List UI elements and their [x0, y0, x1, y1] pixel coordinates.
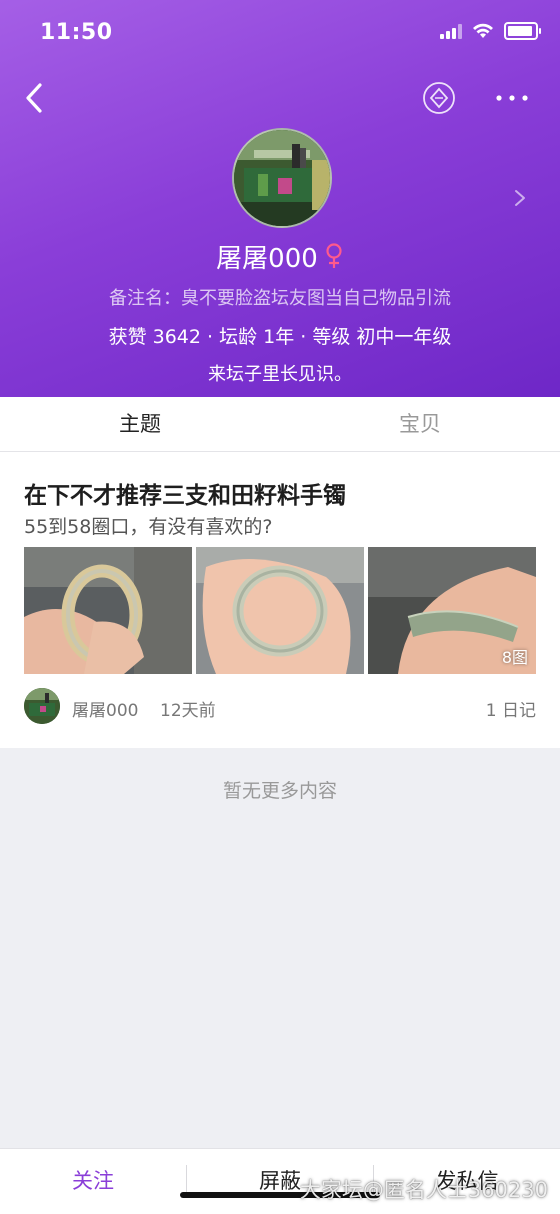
more-dots-icon[interactable]: [492, 86, 532, 110]
post-image[interactable]: [196, 547, 364, 674]
post-title[interactable]: 在下不才推荐三支和田籽料手镯: [24, 476, 346, 510]
chevron-right-icon[interactable]: [510, 186, 530, 210]
tab-topics[interactable]: 主题: [0, 397, 280, 451]
nav-bar: [0, 76, 560, 120]
post-card[interactable]: 在下不才推荐三支和田籽料手镯 55到58圈口，有没有喜欢的? 8图 屠屠000 …: [0, 452, 560, 748]
post-meta: 屠屠000 12天前 1 日记: [24, 688, 536, 724]
author-avatar[interactable]: [24, 688, 60, 724]
profile-remark: 备注名：臭不要脸盗坛友图当自己物品引流: [109, 288, 451, 309]
watermark: 大家坛@匿名人士360230: [299, 1178, 548, 1202]
profile-tabs: 主题 宝贝: [0, 397, 560, 452]
signal-icon: [440, 23, 462, 39]
diary-count: 1 日记: [485, 701, 536, 721]
image-count-badge: 8图: [501, 648, 528, 667]
battery-icon: [504, 22, 541, 40]
post-subtitle: 55到58圈口，有没有喜欢的?: [24, 516, 273, 538]
back-icon[interactable]: [20, 76, 50, 120]
status-icons: [440, 22, 541, 40]
profile-stats: 获赞 3642 · 坛龄 1年 · 等级 初中一年级: [108, 326, 452, 348]
female-icon: [326, 243, 342, 268]
wifi-icon: [473, 23, 493, 38]
profile-bio: 来坛子里长见识。: [208, 364, 352, 385]
diamond-coin-icon[interactable]: [422, 81, 456, 115]
profile-name-row: 屠屠000: [0, 238, 560, 275]
profile-avatar[interactable]: [232, 128, 332, 228]
post-images: 8图: [24, 547, 536, 674]
follow-button[interactable]: 关注: [0, 1149, 186, 1213]
post-image[interactable]: [24, 547, 192, 674]
profile-name: 屠屠000: [216, 244, 318, 274]
post-time: 12天前: [160, 701, 216, 721]
status-bar: 11:50: [0, 0, 560, 66]
status-time: 11:50: [40, 20, 113, 45]
empty-state-text: 暂无更多内容: [222, 780, 337, 802]
tab-items[interactable]: 宝贝: [280, 397, 560, 451]
profile-header: 11:50 屠屠000 备注名：臭不要脸盗坛友图当自己物品引流 获赞 3642 …: [0, 0, 560, 397]
author-name[interactable]: 屠屠000: [72, 696, 138, 721]
post-image[interactable]: 8图: [368, 547, 536, 674]
